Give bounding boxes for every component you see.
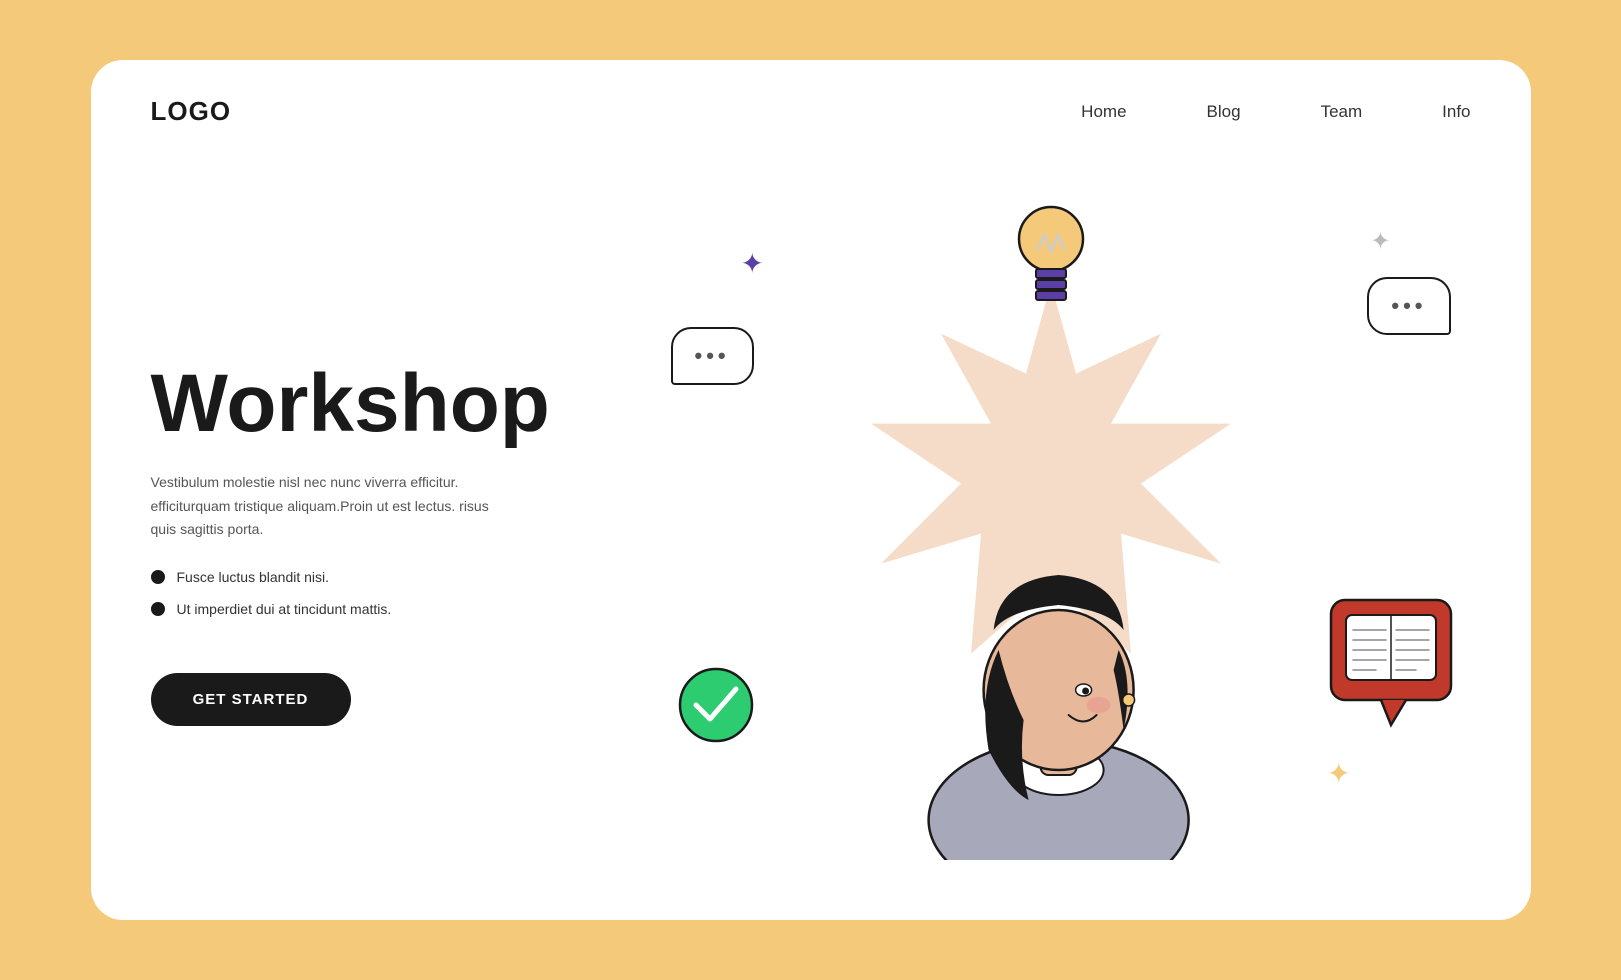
nav-item-blog[interactable]: Blog <box>1207 102 1241 122</box>
get-started-button[interactable]: GET STARTED <box>151 673 351 726</box>
chat-bubble-right: ••• <box>1367 277 1450 335</box>
star-light-icon: ✦ <box>1370 227 1390 256</box>
star-yellow-icon: ✦ <box>1327 757 1350 790</box>
nav-links: Home Blog Team Info <box>1081 102 1470 122</box>
check-icon <box>676 665 756 750</box>
nav-link-info[interactable]: Info <box>1442 102 1470 121</box>
lightbulb-icon <box>1006 197 1096 312</box>
chat-dots-right: ••• <box>1391 293 1426 318</box>
character-illustration <box>868 380 1248 860</box>
bullet-dot-1 <box>151 570 165 584</box>
nav-item-team[interactable]: Team <box>1321 102 1363 122</box>
nav-link-team[interactable]: Team <box>1321 102 1363 121</box>
bullet-dot-2 <box>151 602 165 616</box>
nav-item-info[interactable]: Info <box>1442 102 1470 122</box>
bullet-text-1: Fusce luctus blandit nisi. <box>177 569 330 585</box>
hero-title: Workshop <box>151 361 631 447</box>
hero-illustration: ✦ ✦ ✦ ••• ••• <box>631 167 1471 880</box>
logo: LOGO <box>151 96 232 127</box>
chat-bubble-left: ••• <box>671 327 754 385</box>
nav-item-home[interactable]: Home <box>1081 102 1126 122</box>
bullet-item-2: Ut imperdiet dui at tincidunt mattis. <box>151 601 631 617</box>
nav-link-home[interactable]: Home <box>1081 102 1126 121</box>
chat-dots-left: ••• <box>695 343 730 368</box>
bullet-item-1: Fusce luctus blandit nisi. <box>151 569 631 585</box>
bullet-text-2: Ut imperdiet dui at tincidunt mattis. <box>177 601 392 617</box>
hero-description: Vestibulum molestie nisl nec nunc viverr… <box>151 471 511 540</box>
main-card: LOGO Home Blog Team Info Workshop Vestib… <box>91 60 1531 920</box>
book-icon <box>1326 595 1456 740</box>
nav-link-blog[interactable]: Blog <box>1207 102 1241 121</box>
main-content: Workshop Vestibulum molestie nisl nec nu… <box>91 147 1531 920</box>
bullet-list: Fusce luctus blandit nisi. Ut imperdiet … <box>151 569 631 633</box>
star-purple-icon: ✦ <box>741 247 764 280</box>
navbar: LOGO Home Blog Team Info <box>91 60 1531 147</box>
hero-left: Workshop Vestibulum molestie nisl nec nu… <box>151 167 631 880</box>
